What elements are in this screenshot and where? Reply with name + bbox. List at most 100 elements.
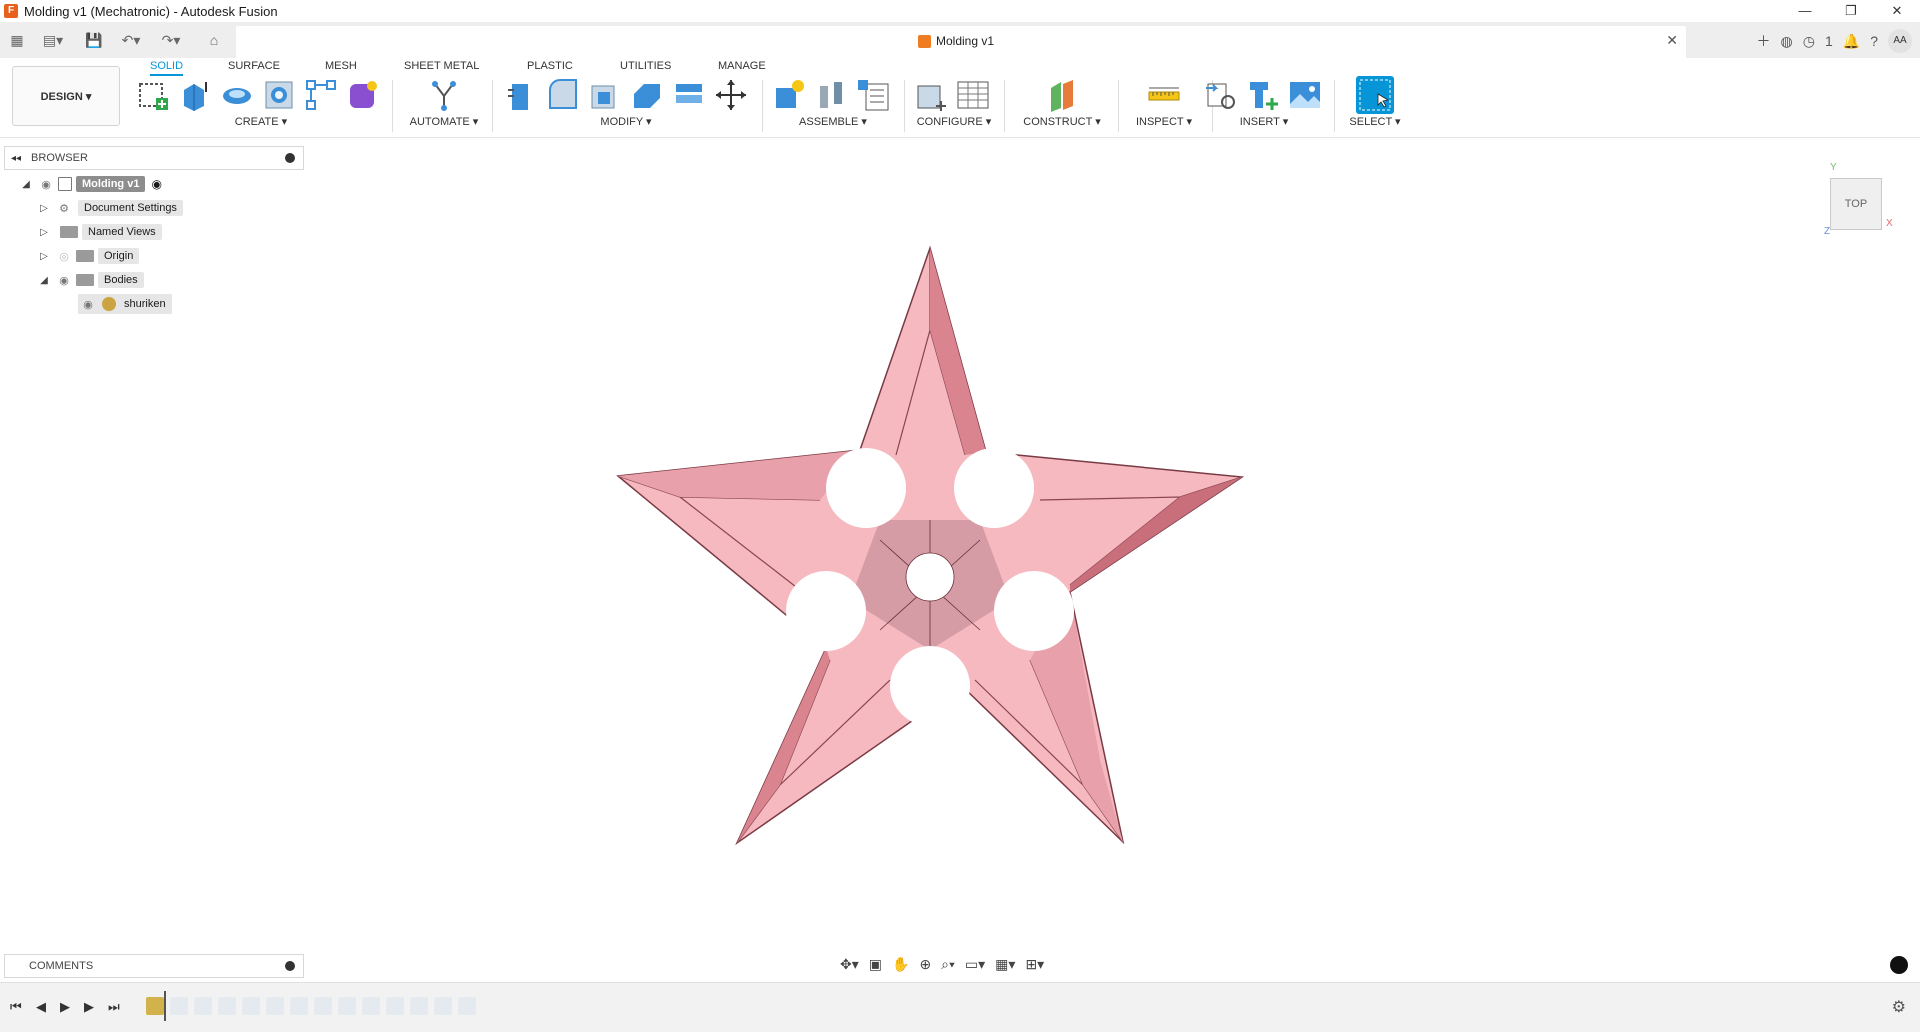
new-tab-icon[interactable]: ＋ xyxy=(1757,31,1771,51)
visibility-eye-icon[interactable]: ◉ xyxy=(38,178,54,191)
home-icon[interactable]: ⌂ xyxy=(202,30,226,50)
tree-item-label[interactable]: Bodies xyxy=(98,272,144,288)
timeline-feature[interactable] xyxy=(170,997,188,1015)
browser-pin-icon[interactable] xyxy=(285,153,295,163)
close-window-button[interactable]: ✕ xyxy=(1874,0,1920,22)
collapse-panel-icon[interactable]: ◂◂ xyxy=(11,153,21,164)
workspace-switcher[interactable]: DESIGN ▾ xyxy=(12,66,120,126)
tab-mesh[interactable]: MESH xyxy=(325,58,357,76)
pattern-icon[interactable] xyxy=(304,78,338,112)
close-tab-icon[interactable]: ✕ xyxy=(1666,32,1678,49)
tree-item-label[interactable]: Named Views xyxy=(82,224,162,240)
zoom-icon[interactable]: ⊕ xyxy=(919,956,931,973)
user-avatar[interactable]: AA xyxy=(1888,29,1912,53)
tree-item-label[interactable]: Origin xyxy=(98,248,140,264)
app-grid-icon[interactable]: ▦ xyxy=(8,30,26,50)
construct-group-label[interactable]: CONSTRUCT ▾ xyxy=(1014,115,1110,128)
tree-item-label[interactable]: Document Settings xyxy=(78,200,183,216)
hole-icon[interactable] xyxy=(262,78,296,112)
select-group-label[interactable]: SELECT ▾ xyxy=(1340,115,1410,128)
save-icon[interactable]: 💾 xyxy=(84,30,104,50)
modify-group-label[interactable]: MODIFY ▾ xyxy=(504,115,748,128)
add-comment-icon[interactable] xyxy=(285,961,295,971)
insert-group-label[interactable]: INSERT ▾ xyxy=(1204,115,1324,128)
go-to-end-icon[interactable]: ⏭ xyxy=(108,999,120,1015)
minimize-button[interactable]: — xyxy=(1782,0,1828,22)
shuriken-model[interactable] xyxy=(0,138,1920,982)
configure-model-icon[interactable] xyxy=(914,78,948,112)
automate-icon[interactable] xyxy=(427,78,461,112)
new-component-icon[interactable] xyxy=(772,78,806,112)
split-body-icon[interactable] xyxy=(672,78,706,112)
timeline-feature[interactable] xyxy=(194,997,212,1015)
offset-plane-icon[interactable] xyxy=(1045,78,1079,112)
press-pull-icon[interactable] xyxy=(504,78,538,112)
timeline-feature[interactable] xyxy=(410,997,428,1015)
look-at-icon[interactable]: ▣ xyxy=(869,956,882,973)
expand-arrow-icon[interactable]: ▷ xyxy=(38,203,50,214)
tree-row-root[interactable]: ◢ ◉ Molding v1 ◉ xyxy=(20,174,162,194)
configure-group-label[interactable]: CONFIGURE ▾ xyxy=(914,115,994,128)
timeline-feature[interactable] xyxy=(386,997,404,1015)
job-status-icon[interactable]: ◷ xyxy=(1803,33,1815,50)
step-forward-icon[interactable]: ▶ xyxy=(84,999,94,1015)
hidden-eye-icon[interactable]: ◎ xyxy=(56,250,72,263)
tree-row-named-views[interactable]: ▷ Named Views xyxy=(38,222,162,242)
expand-arrow-icon[interactable]: ◢ xyxy=(38,275,50,286)
tree-row-document-settings[interactable]: ▷ ⚙ Document Settings xyxy=(38,198,183,218)
undo-icon[interactable]: ↶▾ xyxy=(116,30,146,50)
measure-icon[interactable] xyxy=(1147,78,1181,112)
timeline-settings-icon[interactable]: ⚙ xyxy=(1892,997,1906,1017)
create-group-label[interactable]: CREATE ▾ xyxy=(136,115,386,128)
document-tab[interactable]: Molding v1 ✕ xyxy=(236,26,1686,58)
grid-settings-icon[interactable]: ▦▾ xyxy=(995,956,1015,973)
notifications-icon[interactable]: 🔔 xyxy=(1843,33,1860,50)
play-icon[interactable]: ▶ xyxy=(60,999,70,1015)
expand-arrow-icon[interactable]: ▷ xyxy=(38,251,50,262)
timeline-feature[interactable] xyxy=(314,997,332,1015)
chamfer-icon[interactable] xyxy=(588,78,622,112)
help-icon[interactable]: ? xyxy=(1870,33,1878,49)
tab-utilities[interactable]: UTILITIES xyxy=(620,58,671,76)
expand-arrow-icon[interactable]: ◢ xyxy=(20,179,32,190)
tree-row-bodies[interactable]: ◢ ◉ Bodies xyxy=(38,270,144,290)
timeline-feature[interactable] xyxy=(290,997,308,1015)
timeline-feature[interactable] xyxy=(242,997,260,1015)
timeline-feature[interactable] xyxy=(218,997,236,1015)
create-form-icon[interactable] xyxy=(346,78,380,112)
pan-icon[interactable]: ✋ xyxy=(892,956,909,973)
move-copy-icon[interactable] xyxy=(714,78,748,112)
text-commands-icon[interactable] xyxy=(1890,956,1908,974)
revolve-icon[interactable] xyxy=(220,78,254,112)
tab-surface[interactable]: SURFACE xyxy=(228,58,280,76)
visibility-eye-icon[interactable]: ◉ xyxy=(80,298,96,311)
go-to-start-icon[interactable]: ⏮ xyxy=(10,999,22,1015)
timeline-feature[interactable] xyxy=(362,997,380,1015)
insert-canvas-icon[interactable] xyxy=(1288,78,1322,112)
tab-sheet-metal[interactable]: SHEET METAL xyxy=(404,58,479,76)
fillet-icon[interactable] xyxy=(546,78,580,112)
timeline-feature[interactable] xyxy=(266,997,284,1015)
step-back-icon[interactable]: ◀ xyxy=(36,999,46,1015)
inspect-group-label[interactable]: INSPECT ▾ xyxy=(1124,115,1204,128)
tree-row-body-shuriken[interactable]: ◉ shuriken xyxy=(78,294,172,314)
tab-solid[interactable]: SOLID xyxy=(150,58,184,76)
joint-icon[interactable] xyxy=(814,78,848,112)
file-menu-icon[interactable]: ▤▾ xyxy=(38,30,68,50)
online-status-icon[interactable]: ◍ xyxy=(1781,33,1793,50)
timeline-feature[interactable] xyxy=(338,997,356,1015)
visibility-eye-icon[interactable]: ◉ xyxy=(56,274,72,287)
timeline-feature[interactable] xyxy=(146,997,164,1015)
tab-manage[interactable]: MANAGE xyxy=(718,58,766,76)
canvas-viewport[interactable] xyxy=(0,138,1920,982)
display-settings-icon[interactable]: ▭▾ xyxy=(965,956,985,973)
maximize-button[interactable]: ❐ xyxy=(1828,0,1874,22)
tree-row-origin[interactable]: ▷ ◎ Origin xyxy=(38,246,140,266)
viewports-icon[interactable]: ⊞▾ xyxy=(1025,956,1044,973)
select-tool-icon[interactable] xyxy=(1356,76,1394,114)
redo-icon[interactable]: ↷▾ xyxy=(156,30,186,50)
insert-mcmaster-icon[interactable] xyxy=(1246,78,1280,112)
tree-item-label[interactable]: shuriken xyxy=(124,298,166,310)
view-cube[interactable]: TOP xyxy=(1830,178,1882,230)
shell-icon[interactable] xyxy=(630,78,664,112)
